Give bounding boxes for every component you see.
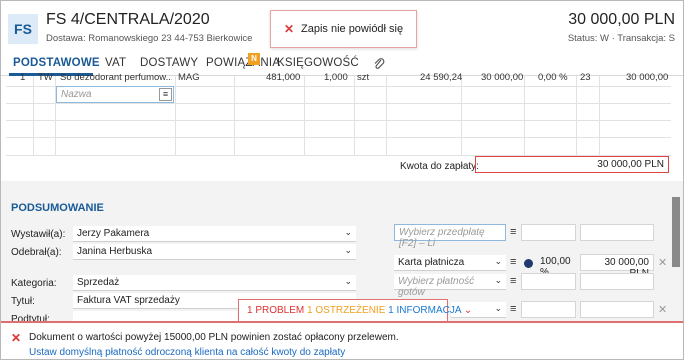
issued-by-select[interactable]: Jerzy Pakamera ⌄: [73, 226, 356, 242]
document-window: FS FS 4/CENTRALA/2020 Dostawa: Romanowsk…: [0, 0, 684, 360]
menu-icon[interactable]: ≡: [159, 88, 172, 101]
warning-count[interactable]: 1 OSTRZEŻENIE: [307, 305, 385, 316]
items-grid: 1 TW So dezodorant perfumow... MAG 481,0…: [6, 72, 671, 156]
tab-dostawy[interactable]: DOSTAWY: [140, 57, 198, 69]
tab-powiazania[interactable]: POWIĄZANIA: [206, 57, 280, 69]
row-quantity: 1,000: [324, 72, 348, 83]
row-stock: 481,000: [266, 72, 301, 83]
problems-bar[interactable]: 1 PROBLEM 1 OSTRZEŻENIE 1 INFORMACJA ⌄: [238, 299, 472, 321]
scrollbar-thumb[interactable]: [672, 197, 680, 267]
row-unit: szt: [357, 72, 370, 83]
received-by-label: Odebrał(a):: [11, 247, 62, 258]
document-status: Status: W · Transakcja: S: [567, 33, 675, 44]
tab-vat[interactable]: VAT: [105, 57, 126, 69]
document-title: FS 4/CENTRALA/2020: [46, 11, 210, 28]
document-type-badge: FS: [8, 14, 38, 44]
fix-payment-link[interactable]: Ustaw domyślną płatność odroczoną klient…: [29, 347, 345, 358]
row-warehouse: MAG: [178, 72, 200, 83]
prepayment-percent: [521, 224, 576, 241]
payment-percent: 100,00 %: [540, 256, 571, 278]
info-count[interactable]: 1 INFORMACJA: [388, 305, 461, 316]
chevron-down-icon: ⌄: [344, 276, 352, 286]
payment-menu-icon[interactable]: ≡: [510, 256, 516, 268]
payment-dot-icon: [524, 259, 533, 268]
tab-podstawowe[interactable]: PODSTAWOWE: [13, 57, 100, 69]
new-item-name-input[interactable]: Nazwa ≡: [56, 86, 174, 103]
problem-message: Dokument o wartości powyżej 15000,00 PLN…: [29, 332, 399, 343]
chevron-down-icon[interactable]: ⌄: [464, 305, 472, 316]
error-icon: ✕: [11, 331, 22, 345]
row-value: 30 000,00: [626, 72, 669, 83]
problem-details: ✕ Dokument o wartości powyżej 15000,00 P…: [1, 321, 683, 359]
remove-extra-icon[interactable]: ✕: [658, 303, 667, 316]
amount-due-field: 30 000,00 PLN: [475, 156, 669, 173]
prepayment-amount: [580, 224, 654, 241]
extra-percent: [521, 301, 576, 318]
row-discount: 0,00 %: [538, 72, 568, 83]
row-vat: 23: [580, 72, 591, 83]
document-amount: 30 000,00 PLN: [568, 11, 675, 28]
other-payment-percent: [521, 273, 576, 290]
problem-count[interactable]: 1 PROBLEM: [247, 305, 304, 316]
summary-title: PODSUMOWANIE: [11, 202, 104, 214]
delivery-address: Dostawa: Romanowskiego 23 44-753 Bierkow…: [46, 33, 253, 44]
issued-by-label: Wystawił(a):: [11, 229, 66, 240]
extra-menu-icon[interactable]: ≡: [510, 303, 516, 315]
category-label: Kategoria:: [11, 278, 57, 289]
error-icon: ✕: [284, 22, 295, 36]
extra-amount: [580, 301, 654, 318]
category-select[interactable]: Sprzedaż ⌄: [73, 275, 356, 291]
chevron-down-icon: ⌄: [344, 227, 352, 237]
prepayment-select[interactable]: Wybierz przedpłatę [F2] – Li: [394, 224, 506, 249]
received-by-select[interactable]: Janina Herbuska ⌄: [73, 244, 356, 260]
other-payment-menu-icon[interactable]: ≡: [510, 275, 516, 287]
attachment-icon[interactable]: [373, 57, 385, 74]
row-lp: 1: [20, 72, 26, 83]
chevron-down-icon: ⌄: [344, 245, 352, 255]
other-payment-amount: [580, 273, 654, 290]
row-net: 24 590,24: [420, 72, 463, 83]
new-badge: N: [248, 53, 260, 65]
prepayment-menu-icon[interactable]: ≡: [510, 226, 516, 238]
chevron-down-icon: ⌄: [494, 256, 502, 266]
chevron-down-icon: ⌄: [494, 303, 502, 313]
amount-due-label: Kwota do zapłaty:: [400, 161, 479, 172]
row-gross: 30 000,00: [481, 72, 524, 83]
other-payment-select[interactable]: Wybierz płatność gotów ⌄: [394, 274, 506, 298]
payment-method-select[interactable]: Karta płatnicza ⌄: [394, 255, 506, 271]
chevron-down-icon: ⌄: [494, 275, 502, 285]
row-type: TW: [38, 72, 53, 83]
toast-message: Zapis nie powiódł się: [301, 23, 404, 35]
tab-ksiegowosc[interactable]: KSIĘGOWOŚĆ: [277, 57, 359, 69]
title-label: Tytuł:: [11, 296, 35, 307]
remove-payment-icon[interactable]: ✕: [658, 256, 667, 269]
error-toast: ✕ Zapis nie powiódł się: [270, 10, 417, 48]
payment-amount[interactable]: 30 000,00 PLN: [580, 254, 654, 279]
row-name[interactable]: So dezodorant perfumow...: [60, 72, 172, 83]
